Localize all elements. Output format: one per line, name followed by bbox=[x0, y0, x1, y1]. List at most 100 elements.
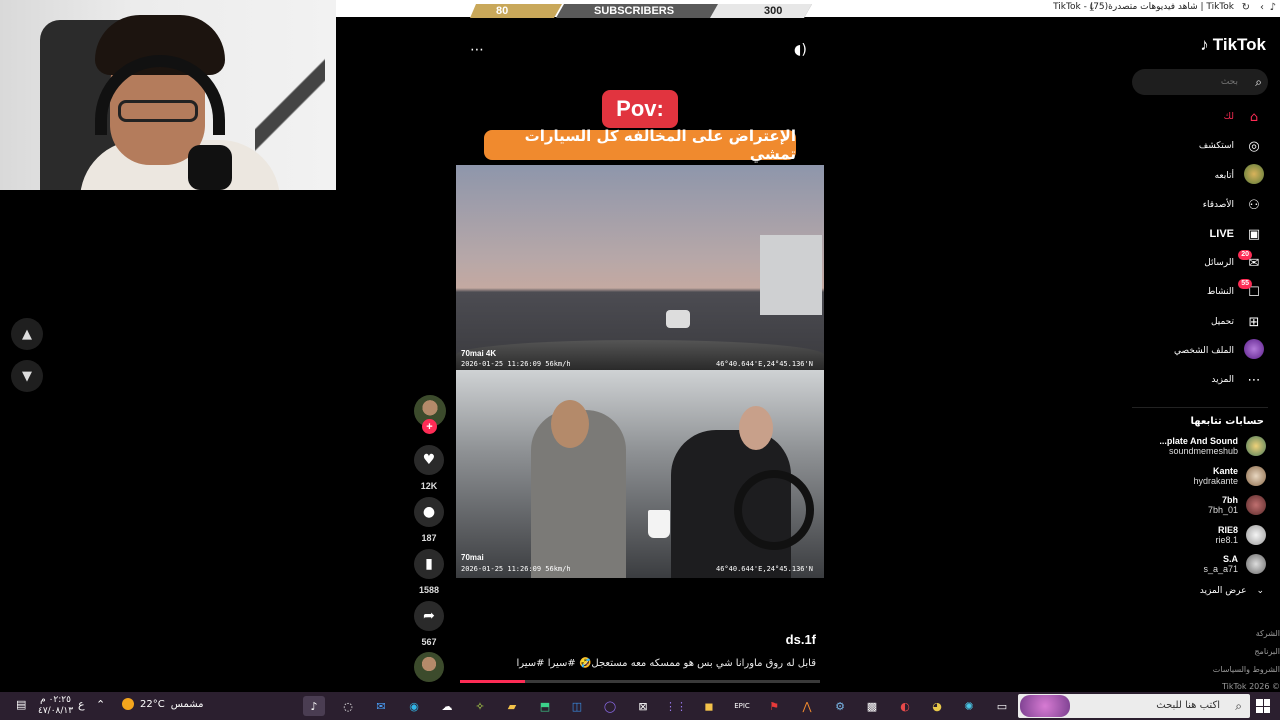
video-frame: 70mai 4K 2026-01-25 11:26:09 56km/h 46°4… bbox=[456, 165, 824, 578]
steam-taskbar-icon[interactable]: ⚙ bbox=[829, 696, 851, 716]
tiktok-logo-text: TikTok bbox=[1212, 35, 1266, 54]
friends-icon: ⚇ bbox=[1248, 197, 1260, 213]
subscriber-goal: 300 bbox=[764, 5, 783, 17]
home-icon: ⌂ bbox=[1249, 109, 1259, 125]
sidebar-item-more[interactable]: ⋯ المزيد bbox=[1211, 369, 1264, 391]
footer-terms-link[interactable]: الشروط والسياسات bbox=[1213, 665, 1280, 674]
search-icon[interactable]: ⌕ bbox=[1255, 75, 1262, 90]
chrome-taskbar-icon[interactable]: ◕ bbox=[926, 696, 948, 716]
sun-icon bbox=[122, 698, 134, 710]
share-button[interactable]: ➦ bbox=[414, 601, 444, 631]
sidebar-item-label: أتابعه bbox=[1214, 171, 1234, 181]
app-taskbar-icon[interactable]: ✺ bbox=[958, 696, 980, 716]
app-taskbar-icon[interactable]: ⚑ bbox=[763, 696, 785, 716]
sidebar-item-label: النشاط bbox=[1206, 287, 1234, 297]
video-author[interactable]: ds.1f bbox=[786, 632, 816, 647]
app-taskbar-icon[interactable]: ◯ bbox=[599, 696, 621, 716]
tiktok-taskbar-icon[interactable]: ♪ bbox=[303, 696, 325, 716]
search-input[interactable] bbox=[1132, 69, 1268, 95]
sidebar-item-following[interactable]: أتابعه bbox=[1214, 164, 1264, 187]
app-taskbar-icon[interactable]: ⋮⋮ bbox=[665, 696, 687, 716]
steering-wheel bbox=[734, 470, 814, 550]
notification-icon[interactable]: ▤ bbox=[16, 698, 26, 711]
app-taskbar-icon[interactable]: ⬒ bbox=[534, 696, 556, 716]
app-taskbar-icon[interactable]: ⊠ bbox=[632, 696, 654, 716]
task-view-icon[interactable]: ▭ bbox=[991, 696, 1013, 716]
tiktok-favicon-icon: ♪ bbox=[1269, 2, 1276, 13]
messages-badge: 20 bbox=[1238, 249, 1252, 260]
app-taskbar-icon[interactable]: ☁ bbox=[436, 696, 458, 716]
app-taskbar-icon[interactable]: ◐ bbox=[894, 696, 916, 716]
sidebar-item-messages[interactable]: ✉ 20 الرسائل bbox=[1204, 249, 1264, 274]
sidebar-item-label: LIVE bbox=[1209, 228, 1234, 240]
edge-taskbar-icon[interactable]: ◉ bbox=[403, 696, 425, 716]
footer-program-link[interactable]: البرنامج bbox=[1254, 647, 1280, 656]
followed-account[interactable]: S.A s_a_a71 bbox=[1136, 551, 1266, 577]
tray-chevron-up-icon[interactable]: ⌃ bbox=[96, 698, 105, 711]
footer-company-link[interactable]: الشركة bbox=[1256, 629, 1280, 638]
see-more-label: عرض المزيد bbox=[1199, 586, 1247, 596]
follow-button[interactable]: + bbox=[422, 419, 437, 434]
sidebar-item-home[interactable]: ⌂ لك bbox=[1224, 106, 1264, 128]
tiktok-logo[interactable]: ♪ TikTok bbox=[1200, 35, 1266, 55]
more-dots-icon: ⋯ bbox=[1247, 372, 1261, 388]
app-taskbar-icon[interactable]: ◌ bbox=[337, 696, 359, 716]
folder-taskbar-icon[interactable]: ▰ bbox=[501, 696, 523, 716]
app-taskbar-icon[interactable]: ✧ bbox=[469, 696, 491, 716]
followed-account[interactable]: Kante hydrakante bbox=[1136, 463, 1266, 489]
chevron-up-icon: ▲ bbox=[22, 326, 32, 342]
browser-tab-title[interactable]: TikTok | شاهد فيديوهات متصدرة(75) - TikT… bbox=[1053, 2, 1234, 12]
app-taskbar-icon[interactable]: ◼ bbox=[698, 696, 720, 716]
previous-video-button[interactable]: ▲ bbox=[11, 318, 43, 350]
followed-account[interactable]: ...plate And Sound soundmemeshub bbox=[1136, 433, 1266, 459]
volume-icon[interactable]: ◖) bbox=[794, 42, 807, 58]
next-video-button[interactable]: ▼ bbox=[11, 360, 43, 392]
activity-badge: 55 bbox=[1238, 278, 1252, 289]
dashcam-brand-top: 70mai 4K bbox=[461, 349, 496, 358]
weather-widget[interactable]: 22°C مشمس bbox=[122, 698, 204, 710]
search-highlight-art bbox=[1020, 695, 1070, 717]
windows-start-icon[interactable] bbox=[1256, 699, 1270, 713]
like-button[interactable]: ♥ bbox=[414, 445, 444, 475]
sidebar-item-label: تحميل bbox=[1210, 317, 1234, 327]
comment-button[interactable]: ● bbox=[414, 497, 444, 527]
message-icon: ✉ 20 bbox=[1238, 249, 1264, 271]
reload-icon[interactable]: ↻ bbox=[1242, 2, 1250, 13]
compass-icon: ◎ bbox=[1248, 138, 1260, 154]
passenger-head bbox=[551, 400, 589, 448]
followed-account[interactable]: 7bh 7bh_01 bbox=[1136, 492, 1266, 518]
video-progress-bar[interactable] bbox=[460, 680, 820, 683]
see-more-button[interactable]: ⌄ عرض المزيد bbox=[1200, 586, 1264, 596]
windows-search-box[interactable]: اكتب هنا للبحث ⌕ bbox=[1018, 694, 1250, 718]
mail-taskbar-icon[interactable]: ✉ bbox=[370, 696, 392, 716]
sidebar-item-upload[interactable]: ⊞ تحميل bbox=[1211, 311, 1264, 333]
bookmark-icon: ▮ bbox=[425, 556, 433, 572]
sidebar-item-activity[interactable]: ☐ 55 النشاط bbox=[1206, 278, 1264, 303]
windows-taskbar: ▤ ٠٢:٢٥ م ٤٧/٠٨/١٣ ع ⌃ 22°C مشمس ♪ ◌ ✉ ◉ ☁… bbox=[0, 692, 1280, 720]
music-disc-avatar[interactable] bbox=[414, 652, 444, 682]
sidebar-item-profile[interactable]: الملف الشخصي bbox=[1174, 339, 1264, 362]
video-player[interactable]: ⋯ ◖) Pov: الإعتراض على المخالفه كل السيا… bbox=[456, 30, 824, 590]
webcam-microphone bbox=[188, 145, 232, 190]
app-taskbar-icon[interactable]: ▩ bbox=[861, 696, 883, 716]
keyboard-language[interactable]: ع bbox=[78, 698, 85, 711]
sidebar-item-explore[interactable]: ◎ استكشف bbox=[1199, 135, 1264, 157]
followed-account[interactable]: RIE8 rie8.1 bbox=[1136, 522, 1266, 548]
chevron-down-icon: ▼ bbox=[22, 368, 32, 384]
windows-search-placeholder: اكتب هنا للبحث bbox=[1156, 700, 1220, 711]
account-handle: hydrakante bbox=[1193, 476, 1238, 486]
sidebar-item-label: استكشف bbox=[1198, 141, 1234, 151]
subscriber-current-segment bbox=[470, 4, 562, 18]
save-button[interactable]: ▮ bbox=[414, 549, 444, 579]
clock[interactable]: ٠٢:٢٥ م ٤٧/٠٨/١٣ bbox=[38, 695, 73, 717]
more-options-icon[interactable]: ⋯ bbox=[470, 42, 484, 58]
account-handle: 7bh_01 bbox=[1207, 505, 1238, 515]
sidebar-item-friends[interactable]: ⚇ الأصدقاء bbox=[1203, 194, 1264, 216]
sidebar-item-live[interactable]: ▣ LIVE bbox=[1210, 223, 1264, 245]
epic-taskbar-icon[interactable]: EPIC bbox=[731, 696, 753, 716]
account-avatar bbox=[1246, 436, 1266, 456]
app-taskbar-icon[interactable]: ⋀ bbox=[796, 696, 818, 716]
outlook-taskbar-icon[interactable]: ◫ bbox=[566, 696, 588, 716]
back-icon[interactable]: ‹ bbox=[1260, 2, 1264, 13]
account-avatar bbox=[1246, 466, 1266, 486]
